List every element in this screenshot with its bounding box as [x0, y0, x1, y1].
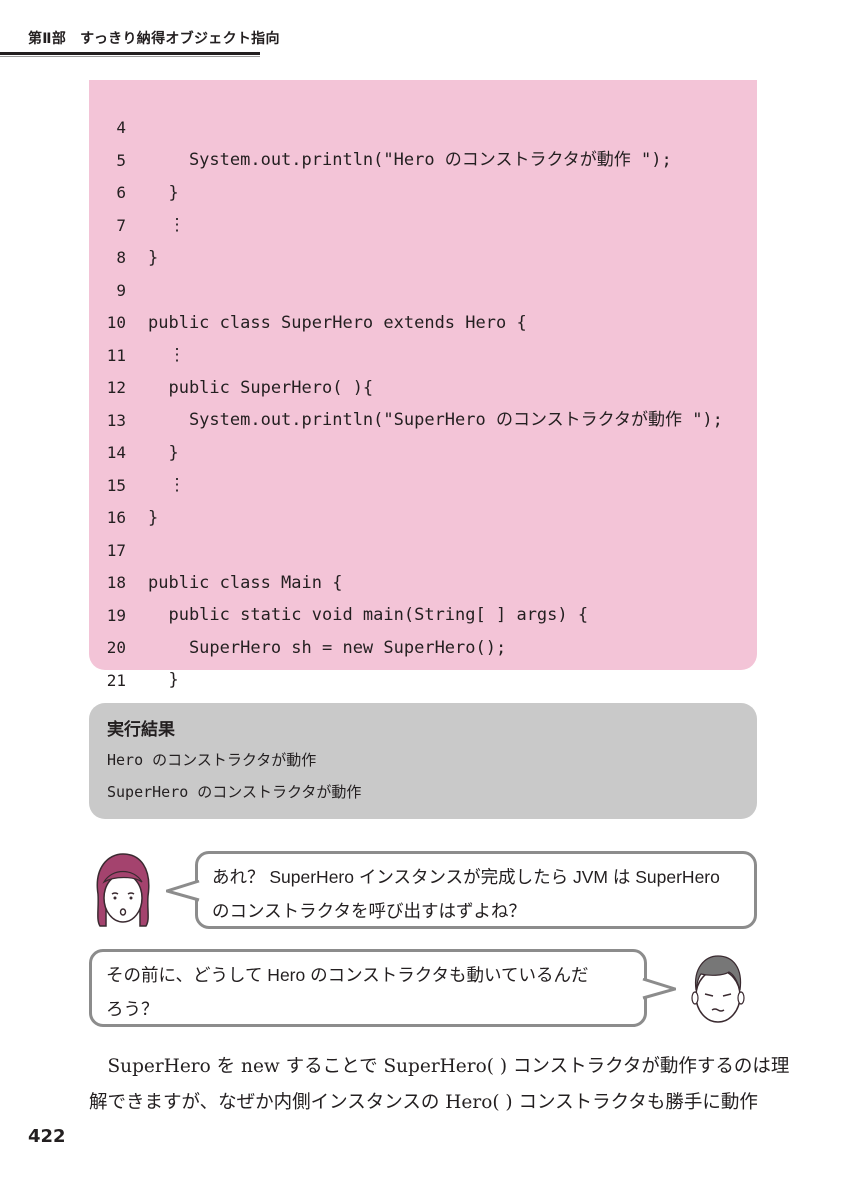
body-paragraph-line: SuperHero を new することで SuperHero( ) コンストラ… [89, 1056, 790, 1077]
part-label: 第Ⅱ部 [28, 31, 67, 47]
execution-result: 実行結果 Hero のコンストラクタが動作 SuperHero のコンストラクタ… [89, 703, 757, 819]
result-line: SuperHero のコンストラクタが動作 [107, 783, 362, 801]
woman-speech-bubble: あれ？ SuperHero インスタンスが完成したら JVM は SuperHe… [166, 851, 757, 929]
code-line: 20 } [89, 600, 757, 690]
bubble-tail [642, 978, 676, 1000]
page-number: 422 [28, 1126, 66, 1147]
code-line: 19 SuperHero sh = new SuperHero(); [89, 568, 757, 658]
running-head: 第Ⅱ部 すっきり納得オブジェクト指向 [28, 28, 280, 48]
page-header: 第Ⅱ部 すっきり納得オブジェクト指向 [0, 0, 846, 57]
man-avatar [685, 950, 751, 1030]
part-title: すっきり納得オブジェクト指向 [80, 31, 280, 47]
dialog-line: ろう？ [106, 999, 159, 1019]
woman-avatar [90, 850, 156, 930]
code-line: 13 } [89, 373, 757, 463]
result-title: 実行結果 [107, 720, 175, 740]
man-dialog: その前に、どうして Hero のコンストラクタも動いているんだ ろう？ [106, 958, 634, 1026]
code-line: 16 [89, 470, 757, 527]
header-rule [0, 52, 260, 55]
code-line: 12 System.out.println("SuperHero のコンストラク… [89, 340, 757, 430]
code-line: 9 public class SuperHero extends Hero { [89, 243, 757, 333]
dialog-line: のコンストラクタを呼び出すはずよね？ [212, 901, 526, 921]
code-line: 18 public static void main(String[ ] arg… [89, 535, 757, 625]
woman-dialog: あれ？ SuperHero インスタンスが完成したら JVM は SuperHe… [212, 860, 744, 928]
bubble-tail [166, 880, 200, 902]
code-line: 11 public SuperHero( ){ [89, 308, 757, 398]
header-rule-thin [0, 56, 260, 57]
code-line: 21 } [89, 633, 757, 723]
code-line: 14 ⋮ [89, 405, 757, 495]
code-listing: 4 System.out.println("Hero のコンストラクタが動作 "… [89, 80, 757, 723]
code-line: 17 public class Main { [89, 503, 757, 593]
code-line: 5 } [89, 113, 757, 203]
dialog-line: あれ？ SuperHero インスタンスが完成したら JVM は SuperHe… [212, 867, 720, 887]
code-line: 10 ⋮ [89, 275, 757, 365]
dialog-line: その前に、どうして Hero のコンストラクタも動いているんだ [106, 965, 589, 985]
man-speech-bubble: その前に、どうして Hero のコンストラクタも動いているんだ ろう？ [89, 949, 676, 1027]
code-text: } [148, 670, 179, 690]
line-number: 21 [106, 670, 126, 690]
code-line: 7 } [89, 178, 757, 268]
code-line: 6 ⋮ [89, 145, 757, 235]
code-line: 8 [89, 210, 757, 267]
result-line: Hero のコンストラクタが動作 [107, 751, 317, 769]
body-paragraph-line: 解できますが、なぜか内側インスタンスの Hero( ) コンストラクタも勝手に動… [89, 1092, 758, 1113]
code-line: 15 } [89, 438, 757, 528]
code-line: 4 System.out.println("Hero のコンストラクタが動作 "… [89, 80, 757, 170]
